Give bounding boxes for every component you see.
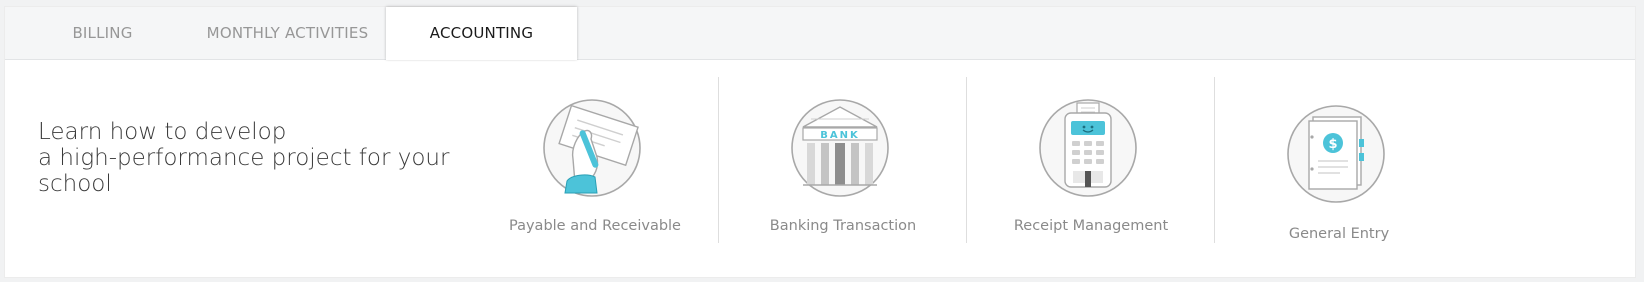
tab-accounting[interactable]: ACCOUNTING — [386, 7, 577, 60]
card-general-entry[interactable]: $ General Entry — [1215, 75, 1463, 245]
headline-line-2: a high-performance project for your — [38, 145, 450, 171]
card-label: General Entry — [1288, 226, 1390, 242]
ledger-book-icon: $ — [1285, 103, 1387, 205]
card-receipt-management[interactable]: Receipt Management — [967, 75, 1215, 245]
card-label: Banking Transaction — [769, 218, 917, 234]
headline-line-1: Learn how to develop — [38, 119, 287, 145]
bank-icon-text: BANK — [820, 130, 859, 141]
headline-line-3: school — [38, 171, 112, 197]
card-banking-transaction[interactable]: BANK Banking Transaction — [719, 75, 967, 245]
headline: Learn how to develop a high-performance … — [38, 119, 458, 197]
card-label: Payable and Receivable — [509, 218, 681, 234]
card-payable-receivable[interactable]: Payable and Receivable — [471, 75, 719, 245]
ledger-icon-text: $ — [1328, 137, 1337, 152]
tab-monthly-activities[interactable]: MONTHLY ACTIVITIES — [190, 7, 385, 59]
receipt-terminal-icon — [1037, 97, 1139, 199]
tab-bar: BILLING MONTHLY ACTIVITIES ACCOUNTING — [5, 7, 1635, 60]
accounting-panel: BILLING MONTHLY ACTIVITIES ACCOUNTING Le… — [4, 6, 1636, 278]
payable-receivable-icon — [541, 97, 643, 199]
bank-icon: BANK — [789, 97, 891, 199]
tab-billing[interactable]: BILLING — [15, 7, 190, 59]
card-label: Receipt Management — [1013, 218, 1169, 234]
